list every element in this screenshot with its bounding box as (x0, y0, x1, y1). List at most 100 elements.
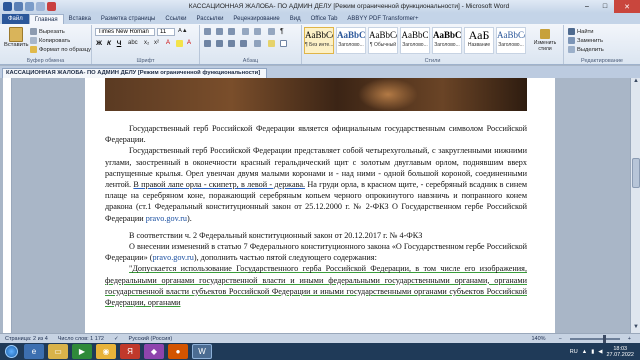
app-icon[interactable]: ◆ (144, 344, 164, 359)
zoom-slider[interactable] (569, 334, 620, 343)
numbering-icon[interactable] (216, 28, 223, 35)
maximize-button[interactable]: □ (596, 0, 614, 13)
language-indicator[interactable]: RU (570, 349, 578, 355)
underline-button[interactable]: Ч (115, 40, 123, 47)
subscript-icon[interactable]: x₂ (144, 40, 149, 46)
bullets-icon[interactable] (204, 28, 211, 35)
strikethrough-icon[interactable]: abc (128, 40, 138, 46)
tab-abbyy[interactable]: ABBYY PDF Transformer+ (342, 14, 423, 24)
tab-view[interactable]: Вид (285, 14, 306, 24)
page-count[interactable]: Страница: 2 из 4 (0, 336, 53, 342)
highlight-icon[interactable] (176, 40, 183, 47)
justify-icon[interactable] (240, 40, 247, 47)
ribbon-tabs: Файл Главная Вставка Разметка страницы С… (0, 13, 640, 24)
chrome-icon[interactable]: ◉ (96, 344, 116, 359)
borders-icon[interactable] (280, 40, 287, 47)
explorer-icon[interactable]: ▭ (48, 344, 68, 359)
word-count[interactable]: Число слов: 1 172 (53, 336, 109, 342)
pdf-icon[interactable] (47, 2, 56, 11)
document-body[interactable]: Государственный герб Российской Федераци… (105, 123, 527, 308)
tab-office-tab[interactable]: Office Tab (306, 14, 343, 24)
superscript-icon[interactable]: x² (154, 40, 159, 46)
pravo-link-2[interactable]: pravo.gov.ru (153, 253, 194, 262)
text-effects-icon[interactable]: A (166, 40, 170, 46)
tab-home[interactable]: Главная (28, 14, 64, 24)
paragraph-4: О внесении изменений в статью 7 Федераль… (105, 242, 527, 263)
select-button[interactable]: Выделить (568, 46, 604, 53)
scroll-thumb[interactable] (632, 158, 640, 188)
bold-button[interactable]: Ж (95, 40, 103, 47)
style-title[interactable]: АаБ Название (464, 27, 494, 54)
volume-icon[interactable]: ◀ (598, 349, 602, 355)
line-spacing-icon[interactable] (254, 40, 261, 47)
decrease-indent-icon[interactable] (242, 28, 249, 35)
media-icon[interactable]: ▶ (72, 344, 92, 359)
zoom-level[interactable]: 140% (526, 336, 550, 342)
tab-file[interactable]: Файл (2, 14, 29, 24)
font-group: Times New Roman 11 A▲ Ж К Ч abc x₂ x² A … (92, 25, 200, 64)
align-left-icon[interactable] (204, 40, 211, 47)
paragraph-group: ¶ Абзац (200, 25, 302, 64)
clock[interactable]: 18:03 27.07.2022 (606, 346, 634, 358)
zoom-slider-knob[interactable] (602, 334, 606, 343)
sort-icon[interactable] (268, 28, 275, 35)
copy-icon (30, 37, 37, 44)
tab-references[interactable]: Ссылки (160, 14, 191, 24)
font-size-combo[interactable]: 11 (157, 28, 175, 36)
yandex-icon[interactable]: Я (120, 344, 140, 359)
recorder-icon[interactable]: ● (168, 344, 188, 359)
style-heading-4[interactable]: AaBbCc Заголово... (496, 27, 526, 54)
minimize-button[interactable]: – (578, 0, 596, 13)
align-center-icon[interactable] (216, 40, 223, 47)
ie-icon[interactable]: e (24, 344, 44, 359)
network-icon[interactable]: ▮ (591, 349, 594, 355)
style-normal[interactable]: AaBbCcI ¶ Обычный (368, 27, 398, 54)
style-heading-3[interactable]: AaBbC Заголово... (432, 27, 462, 54)
multilevel-list-icon[interactable] (228, 28, 235, 35)
copy-button[interactable]: Копировать (30, 37, 70, 44)
word-taskbar-icon[interactable]: W (192, 344, 212, 359)
redo-icon[interactable] (36, 2, 45, 11)
zoom-out-button[interactable]: − (554, 336, 567, 342)
zoom-in-button[interactable]: + (623, 336, 636, 342)
paragraph-3: В соответствии ч. 2 Федеральный конститу… (129, 230, 423, 240)
style-heading-1[interactable]: AaBbCc Заголово... (336, 27, 366, 54)
change-styles-button[interactable]: Изменить стили (528, 29, 562, 52)
scroll-up-icon[interactable]: ▲ (631, 78, 640, 87)
cut-button[interactable]: Вырезать (30, 28, 65, 35)
close-button[interactable]: ✕ (614, 0, 640, 13)
tab-mailings[interactable]: Рассылки (191, 14, 228, 24)
start-button[interactable] (0, 343, 22, 360)
replace-button[interactable]: Заменить (568, 37, 603, 44)
font-color-icon[interactable]: A (187, 40, 191, 46)
find-button[interactable]: Найти (568, 28, 594, 35)
save-icon[interactable] (14, 2, 23, 11)
pravo-link-1[interactable]: pravo.gov.ru (146, 214, 187, 223)
increase-indent-icon[interactable] (254, 28, 261, 35)
italic-button[interactable]: К (105, 40, 113, 47)
tab-page-layout[interactable]: Разметка страницы (96, 14, 160, 24)
format-painter-button[interactable]: Формат по образцу (30, 46, 91, 53)
vertical-ruler (3, 78, 12, 333)
style-heading-2[interactable]: AaBbC Заголово... (400, 27, 430, 54)
windows-logo-icon (4, 345, 18, 358)
tab-review[interactable]: Рецензирование (228, 14, 284, 24)
editing-label: Редактирование (581, 58, 623, 64)
undo-icon[interactable] (25, 2, 34, 11)
grow-font-icon[interactable]: A▲ (178, 28, 188, 34)
title-bar: КАССАЦИОННАЯ ЖАЛОБА- ПО АДМИН ДЕЛУ [Режи… (0, 0, 640, 13)
pilcrow-icon[interactable]: ¶ (280, 28, 284, 35)
vertical-scrollbar[interactable]: ▲ ▼ (630, 78, 640, 333)
proofing-icon[interactable]: ✓ (109, 336, 124, 342)
tab-insert[interactable]: Вставка (64, 14, 96, 24)
scroll-down-icon[interactable]: ▼ (631, 324, 640, 333)
shading-icon[interactable] (268, 40, 275, 47)
align-right-icon[interactable] (228, 40, 235, 47)
paste-button[interactable]: Вставить (4, 27, 29, 48)
font-name-combo[interactable]: Times New Roman (95, 28, 155, 36)
style-no-spacing[interactable]: AaBbCcI ¶ Без инте... (304, 27, 334, 54)
word-app-icon[interactable] (3, 2, 12, 11)
language[interactable]: Русский (Россия) (124, 336, 178, 342)
document-tab[interactable]: КАССАЦИОННАЯ ЖАЛОБА- ПО АДМИН ДЕЛУ [Режи… (2, 68, 267, 78)
tray-arrow-icon[interactable]: ▲ (582, 349, 587, 355)
